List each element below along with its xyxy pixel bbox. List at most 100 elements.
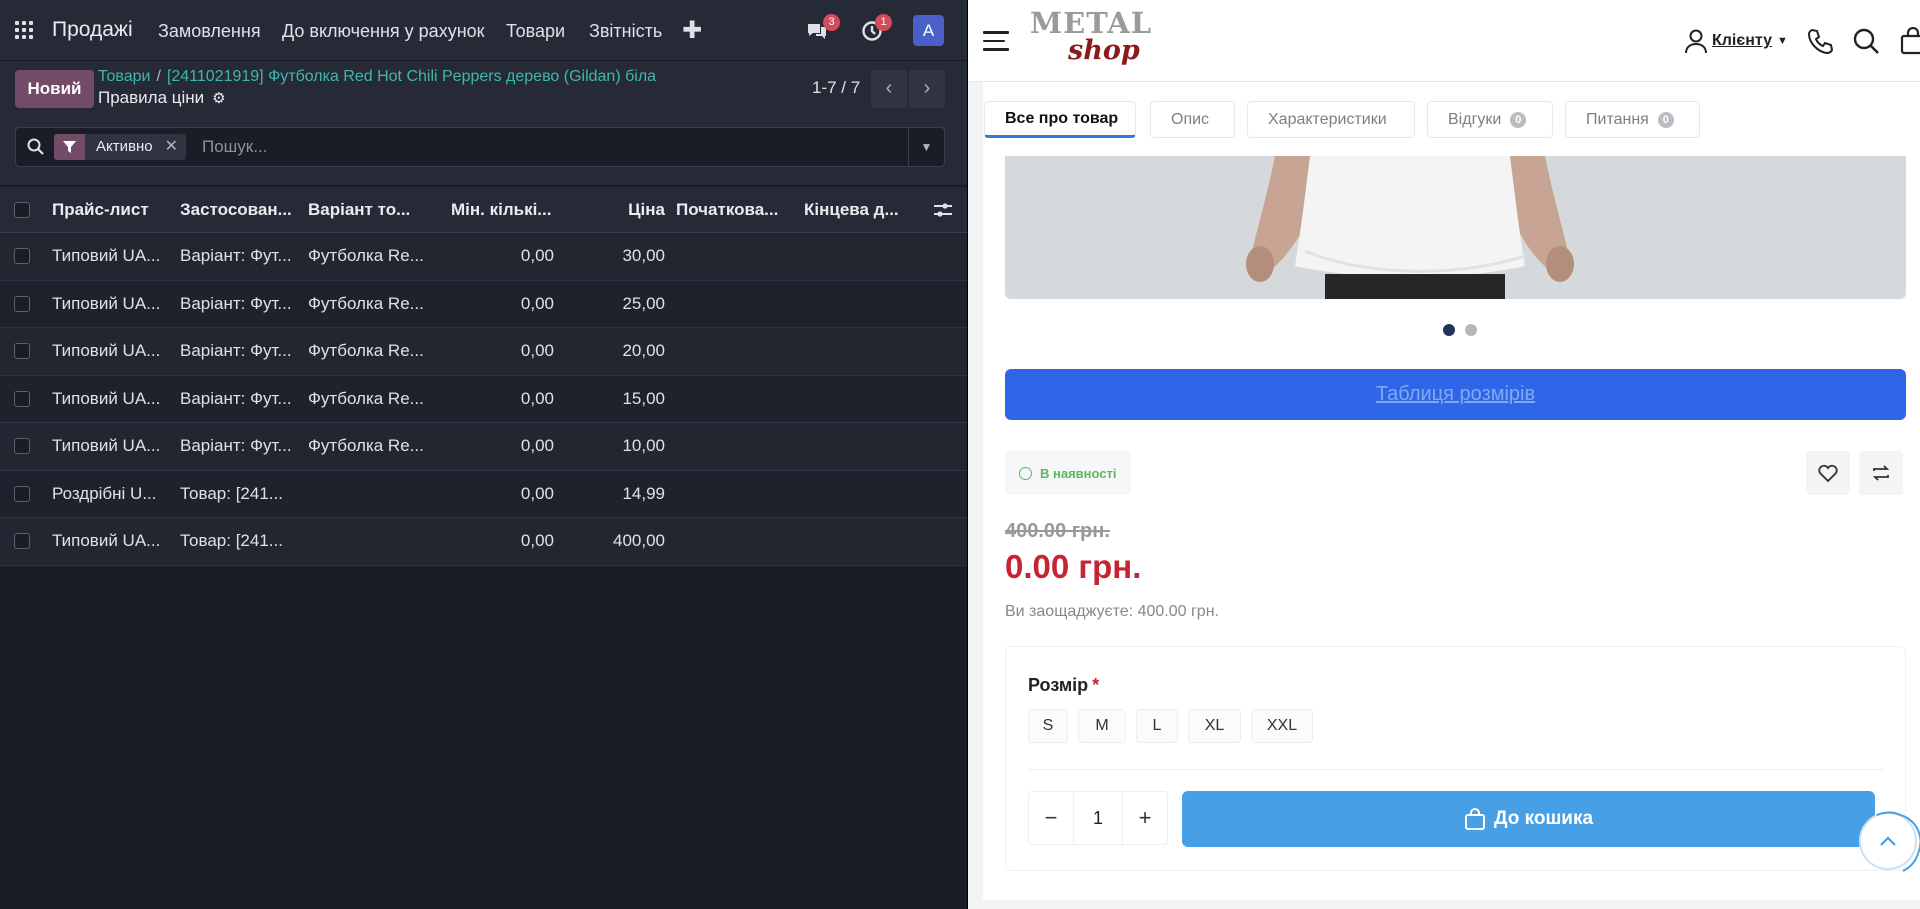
menu-products[interactable]: Товари (506, 21, 565, 42)
new-button[interactable]: Новий (15, 70, 94, 108)
user-avatar[interactable]: A (913, 15, 944, 46)
menu-to-invoice[interactable]: До включення у рахунок (282, 21, 485, 42)
cell-applied-on: Варіант: Фут... (180, 436, 292, 456)
client-menu[interactable]: Клієнту ▼ (1684, 27, 1788, 55)
tab-questions[interactable]: Питання 0 (1565, 101, 1700, 138)
client-menu-label: Клієнту (1712, 32, 1773, 49)
search-options-toggle-icon[interactable]: ▼ (908, 128, 944, 166)
pager-value[interactable]: 1-7 / 7 (812, 78, 860, 98)
row-checkbox[interactable] (14, 438, 30, 455)
compare-arrows-icon[interactable] (1859, 451, 1903, 495)
quantity-increase-button[interactable]: + (1123, 792, 1167, 844)
scroll-to-top-button[interactable] (1859, 812, 1917, 870)
app-brand[interactable]: Продажі (52, 18, 133, 42)
cell-variant: Футболка Re... (308, 246, 424, 266)
menu-orders[interactable]: Замовлення (158, 21, 261, 42)
size-option-m[interactable]: M (1078, 709, 1126, 743)
cell-price: 400,00 (613, 531, 665, 551)
erp-top-navbar: Продажі Замовлення До включення у рахуно… (0, 0, 967, 61)
column-header-end-date[interactable]: Кінцева д... (804, 187, 904, 232)
tab-label: Відгуки (1448, 110, 1502, 128)
cell-applied-on: Товар: [241... (180, 531, 283, 551)
tab-characteristics[interactable]: Характеристики (1247, 101, 1415, 138)
shop-header: METAL shop Клієнту ▼ (968, 0, 1920, 82)
cell-pricelist: Типовий UA... (52, 246, 161, 266)
cell-pricelist: Роздрібні U... (52, 483, 157, 503)
facet-label: Активно (96, 138, 153, 155)
shop-logo[interactable]: METAL shop (1030, 6, 1151, 72)
row-checkbox[interactable] (14, 248, 30, 265)
chevron-down-icon: ▼ (1777, 35, 1788, 47)
select-all-checkbox[interactable] (14, 201, 30, 218)
filter-facet: Активно ✕ (54, 134, 186, 160)
size-table-button[interactable]: Таблиця розмірів (1005, 369, 1906, 420)
row-checkbox[interactable] (14, 390, 30, 407)
size-option-xxl[interactable]: XXL (1251, 709, 1313, 743)
phone-icon[interactable] (1806, 27, 1834, 55)
product-options-panel: Розмір * S M L XL XXL − 1 + До кошика (1005, 646, 1906, 871)
cell-applied-on: Варіант: Фут... (180, 246, 292, 266)
wishlist-heart-icon[interactable] (1806, 451, 1850, 495)
cell-variant: Футболка Re... (308, 341, 424, 361)
cell-applied-on: Варіант: Фут... (180, 293, 292, 313)
search-icon[interactable] (1852, 27, 1880, 55)
row-checkbox[interactable] (14, 485, 30, 502)
table-row[interactable]: Типовий UA... Варіант: Фут... Футболка R… (0, 423, 967, 471)
erp-window: Продажі Замовлення До включення у рахуно… (0, 0, 967, 909)
cell-pricelist: Типовий UA... (52, 293, 161, 313)
row-checkbox[interactable] (14, 533, 30, 550)
carousel-dot[interactable] (1465, 324, 1477, 336)
column-header-pricelist[interactable]: Прайс-лист (52, 187, 172, 232)
tab-reviews[interactable]: Відгуки 0 (1427, 101, 1553, 138)
carousel-dot-active[interactable] (1443, 324, 1455, 336)
cell-variant (308, 471, 428, 518)
column-header-min-qty[interactable]: Мін. кількі... (451, 187, 561, 232)
savings-text: Ви заощаджуєте: 400.00 грн. (1005, 603, 1219, 620)
search-icon[interactable] (26, 137, 46, 157)
optional-columns-icon[interactable] (933, 201, 953, 219)
pager-next-icon[interactable]: › (909, 70, 945, 108)
control-panel: Новий Товари / [2411021919] Футболка Red H… (0, 61, 967, 185)
quantity-decrease-button[interactable]: − (1029, 792, 1073, 844)
size-option-xl[interactable]: XL (1188, 709, 1241, 743)
add-menu-icon[interactable]: ✚ (682, 16, 702, 45)
table-row[interactable]: Типовий UA... Товар: [241... 0,00 400,00 (0, 518, 967, 566)
search-input[interactable] (202, 133, 902, 161)
remove-facet-icon[interactable]: ✕ (161, 134, 186, 160)
column-header-price[interactable]: Ціна (570, 187, 665, 232)
column-header-applied-on[interactable]: Застосован... (180, 187, 295, 232)
cell-applied-on: Варіант: Фут... (180, 341, 292, 361)
pager-previous-icon[interactable]: ‹ (871, 70, 907, 108)
table-row[interactable]: Типовий UA... Варіант: Фут... Футболка R… (0, 233, 967, 281)
hamburger-menu-icon[interactable] (983, 31, 1009, 51)
breadcrumb-products-link[interactable]: Товари (98, 68, 150, 85)
tab-description[interactable]: Опис (1150, 101, 1235, 138)
product-image[interactable] (1005, 156, 1906, 299)
product-tabs: Все про товар Опис Характеристики Відгук… (983, 82, 1920, 156)
required-mark: * (1092, 675, 1100, 695)
table-row[interactable]: Типовий UA... Варіант: Фут... Футболка R… (0, 328, 967, 376)
activity-badge: 1 (875, 14, 892, 31)
row-checkbox[interactable] (14, 295, 30, 312)
breadcrumb-product-link[interactable]: [2411021919] Футболка Red Hot Chili Pepp… (167, 68, 656, 85)
table-row[interactable]: Типовий UA... Варіант: Фут... Футболка R… (0, 280, 967, 328)
quantity-input[interactable]: 1 (1073, 792, 1123, 844)
table-row[interactable]: Роздрібні U... Товар: [241... 0,00 14,99 (0, 470, 967, 518)
cell-min-qty: 0,00 (520, 483, 554, 503)
apps-menu-icon[interactable] (15, 21, 33, 39)
size-option-s[interactable]: S (1028, 709, 1068, 743)
user-icon (1685, 29, 1707, 54)
cell-variant (308, 518, 428, 565)
tab-all-about-product[interactable]: Все про товар (984, 101, 1136, 138)
gear-icon[interactable]: ⚙ (212, 90, 225, 107)
table-row[interactable]: Типовий UA... Варіант: Фут... Футболка R… (0, 375, 967, 423)
cart-bag-icon[interactable] (1900, 27, 1920, 55)
old-price: 400.00 грн. (1005, 520, 1110, 542)
column-header-variant[interactable]: Варіант то... (308, 187, 428, 232)
column-header-start-date[interactable]: Початкова... (676, 187, 791, 232)
add-to-cart-button[interactable]: До кошика (1182, 791, 1875, 847)
size-option-l[interactable]: L (1136, 709, 1178, 743)
menu-reporting[interactable]: Звітність (589, 21, 662, 42)
row-checkbox[interactable] (14, 343, 30, 360)
cell-pricelist: Типовий UA... (52, 388, 161, 408)
